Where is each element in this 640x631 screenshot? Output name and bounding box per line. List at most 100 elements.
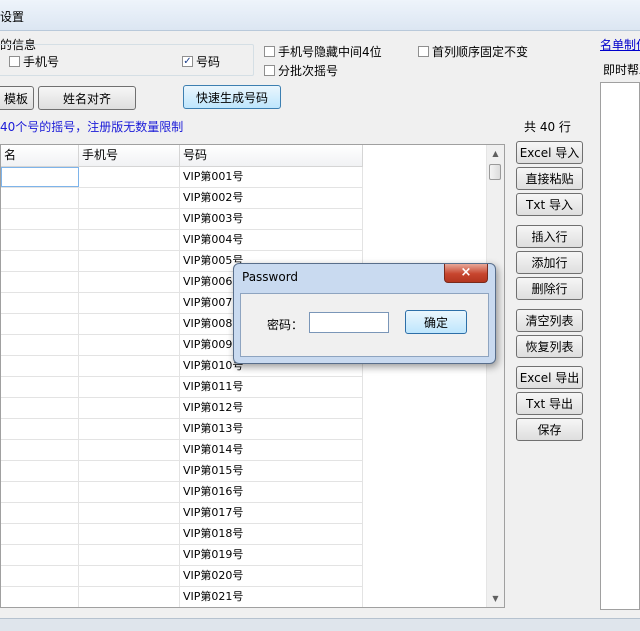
- clear-list-button[interactable]: 清空列表: [516, 309, 583, 332]
- cell-phone[interactable]: [79, 419, 180, 439]
- cell-name[interactable]: [1, 440, 79, 460]
- cell-phone[interactable]: [79, 293, 180, 313]
- data-grid[interactable]: 名 手机号 号码 VIP第001号 VIP第002号 VIP第003号 VIP第004…: [0, 144, 505, 608]
- cell-name[interactable]: [1, 167, 79, 187]
- table-row[interactable]: VIP第012号: [1, 398, 363, 419]
- cell-name[interactable]: [1, 356, 79, 376]
- cell-code[interactable]: VIP第015号: [180, 461, 363, 481]
- cell-phone[interactable]: [79, 461, 180, 481]
- hide-middle-checkbox-box[interactable]: [264, 46, 275, 57]
- ok-button[interactable]: 确定: [405, 310, 467, 334]
- align-names-button[interactable]: 姓名对齐: [38, 86, 136, 110]
- cell-phone[interactable]: [79, 335, 180, 355]
- txt-export-button[interactable]: Txt 导出: [516, 392, 583, 415]
- hide-middle-checkbox[interactable]: 手机号隐藏中间4位: [264, 43, 382, 60]
- cell-name[interactable]: [1, 230, 79, 250]
- password-input[interactable]: [309, 312, 389, 333]
- cell-code[interactable]: VIP第012号: [180, 398, 363, 418]
- cell-name[interactable]: [1, 398, 79, 418]
- txt-import-button[interactable]: Txt 导入: [516, 193, 583, 216]
- cell-code[interactable]: VIP第014号: [180, 440, 363, 460]
- cell-phone[interactable]: [79, 503, 180, 523]
- scroll-up-icon[interactable]: ▲: [487, 145, 504, 162]
- batch-draw-checkbox[interactable]: 分批次摇号: [264, 62, 338, 79]
- cell-name[interactable]: [1, 503, 79, 523]
- cell-phone[interactable]: [79, 356, 180, 376]
- table-row[interactable]: VIP第016号: [1, 482, 363, 503]
- scroll-thumb[interactable]: [489, 164, 501, 180]
- cell-phone[interactable]: [79, 167, 180, 187]
- cell-code[interactable]: VIP第002号: [180, 188, 363, 208]
- cell-code[interactable]: VIP第020号: [180, 566, 363, 586]
- cell-name[interactable]: [1, 293, 79, 313]
- insert-row-button[interactable]: 插入行: [516, 225, 583, 248]
- table-row[interactable]: VIP第020号: [1, 566, 363, 587]
- table-row[interactable]: VIP第011号: [1, 377, 363, 398]
- cell-name[interactable]: [1, 482, 79, 502]
- grid-vertical-scrollbar[interactable]: ▲ ▼: [486, 145, 504, 607]
- scroll-down-icon[interactable]: ▼: [487, 590, 504, 607]
- table-row[interactable]: VIP第004号: [1, 230, 363, 251]
- phone-checkbox[interactable]: 手机号: [9, 53, 59, 70]
- cell-code[interactable]: VIP第019号: [180, 545, 363, 565]
- cell-phone[interactable]: [79, 251, 180, 271]
- table-row[interactable]: VIP第001号: [1, 167, 363, 188]
- table-row[interactable]: VIP第014号: [1, 440, 363, 461]
- cell-name[interactable]: [1, 377, 79, 397]
- close-icon[interactable]: ×: [444, 264, 488, 283]
- fix-order-checkbox[interactable]: 首列顺序固定不变: [418, 43, 528, 60]
- table-row[interactable]: VIP第002号: [1, 188, 363, 209]
- excel-export-button[interactable]: Excel 导出: [516, 366, 583, 389]
- restore-list-button[interactable]: 恢复列表: [516, 335, 583, 358]
- cell-phone[interactable]: [79, 398, 180, 418]
- cell-name[interactable]: [1, 209, 79, 229]
- cell-phone[interactable]: [79, 545, 180, 565]
- cell-phone[interactable]: [79, 188, 180, 208]
- cell-phone[interactable]: [79, 566, 180, 586]
- quick-generate-button[interactable]: 快速生成号码: [183, 85, 281, 109]
- paste-button[interactable]: 直接粘贴: [516, 167, 583, 190]
- header-name[interactable]: 名: [1, 145, 79, 166]
- help-panel[interactable]: [600, 82, 640, 610]
- cell-name[interactable]: [1, 587, 79, 607]
- table-row[interactable]: VIP第013号: [1, 419, 363, 440]
- add-row-button[interactable]: 添加行: [516, 251, 583, 274]
- cell-code[interactable]: VIP第011号: [180, 377, 363, 397]
- excel-import-button[interactable]: Excel 导入: [516, 141, 583, 164]
- table-row[interactable]: VIP第017号: [1, 503, 363, 524]
- cell-code[interactable]: VIP第017号: [180, 503, 363, 523]
- table-row[interactable]: VIP第018号: [1, 524, 363, 545]
- cell-code[interactable]: VIP第021号: [180, 587, 363, 607]
- cell-code[interactable]: VIP第016号: [180, 482, 363, 502]
- cell-name[interactable]: [1, 419, 79, 439]
- cell-code[interactable]: VIP第018号: [180, 524, 363, 544]
- delete-row-button[interactable]: 删除行: [516, 277, 583, 300]
- table-row[interactable]: VIP第003号: [1, 209, 363, 230]
- table-row[interactable]: VIP第015号: [1, 461, 363, 482]
- cell-phone[interactable]: [79, 209, 180, 229]
- cell-name[interactable]: [1, 545, 79, 565]
- table-row[interactable]: VIP第019号: [1, 545, 363, 566]
- list-making-link[interactable]: 名单制作: [600, 36, 640, 53]
- table-row[interactable]: VIP第021号: [1, 587, 363, 607]
- cell-phone[interactable]: [79, 524, 180, 544]
- cell-phone[interactable]: [79, 440, 180, 460]
- cell-name[interactable]: [1, 524, 79, 544]
- cell-phone[interactable]: [79, 587, 180, 607]
- phone-checkbox-box[interactable]: [9, 56, 20, 67]
- fix-order-checkbox-box[interactable]: [418, 46, 429, 57]
- cell-name[interactable]: [1, 188, 79, 208]
- cell-code[interactable]: VIP第013号: [180, 419, 363, 439]
- header-phone[interactable]: 手机号: [79, 145, 180, 166]
- cell-code[interactable]: VIP第004号: [180, 230, 363, 250]
- code-checkbox-box[interactable]: ✓: [182, 56, 193, 67]
- cell-phone[interactable]: [79, 230, 180, 250]
- cell-phone[interactable]: [79, 377, 180, 397]
- cell-phone[interactable]: [79, 314, 180, 334]
- cell-phone[interactable]: [79, 272, 180, 292]
- cell-name[interactable]: [1, 314, 79, 334]
- template-button[interactable]: 模板: [0, 86, 34, 110]
- cell-phone[interactable]: [79, 482, 180, 502]
- code-checkbox[interactable]: ✓ 号码: [182, 53, 220, 70]
- cell-name[interactable]: [1, 461, 79, 481]
